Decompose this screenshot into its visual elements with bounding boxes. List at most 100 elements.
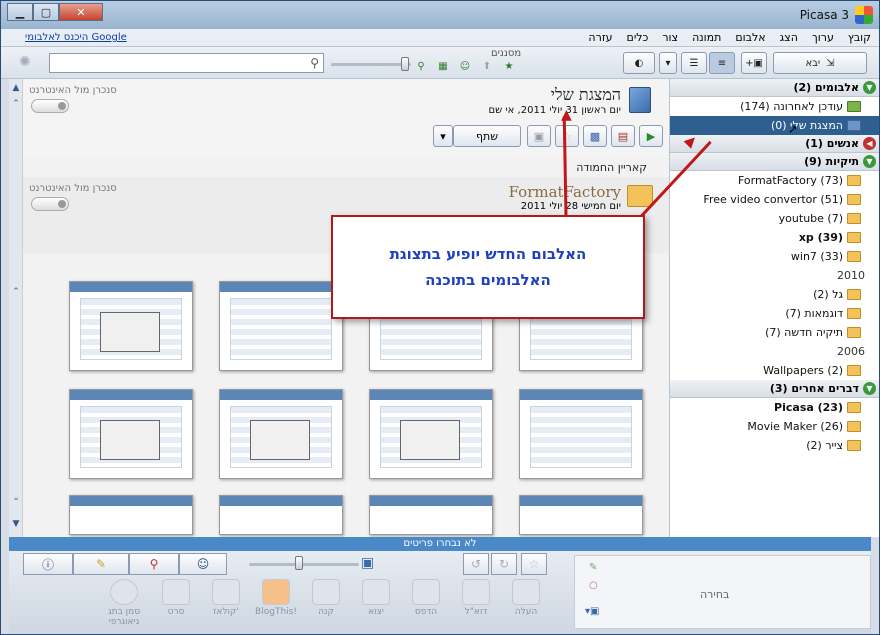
minimize-button[interactable]: ▁ — [7, 3, 33, 21]
thumbnail[interactable] — [69, 389, 193, 479]
scroll-down-icon[interactable]: ▼ — [11, 519, 21, 529]
rotate-right-button[interactable]: ↻ — [491, 553, 517, 575]
expand-icon[interactable]: ◀ — [863, 137, 876, 150]
menu-album[interactable]: אלבום — [735, 31, 765, 44]
thumbnail[interactable] — [219, 495, 343, 535]
collapse-icon[interactable]: ▼ — [863, 382, 876, 395]
folder-item[interactable]: Wallpapers (2) — [670, 361, 879, 380]
zoom-slider[interactable] — [249, 563, 359, 566]
folder-sync-toggle[interactable] — [31, 197, 69, 211]
movie-icon[interactable]: ▤ — [611, 125, 635, 147]
scroll-up-small-icon[interactable]: ⌃ — [11, 99, 21, 109]
thumbnail[interactable] — [519, 389, 643, 479]
collapse-icon[interactable]: ▼ — [863, 81, 876, 94]
thumbnail[interactable] — [519, 495, 643, 535]
search-input[interactable]: ⚲ — [49, 53, 324, 73]
share-dropdown-button[interactable]: ▾ — [433, 125, 453, 147]
movie-filter-icon[interactable]: ▦ — [435, 61, 451, 75]
person-filter-icon[interactable]: ☺ — [457, 61, 473, 75]
print-button[interactable]: הדפס — [401, 579, 451, 617]
folder-icon — [847, 421, 861, 432]
album-title[interactable]: המצגת שלי — [551, 85, 621, 105]
thumbnail[interactable] — [219, 389, 343, 479]
star-icon[interactable]: ☆ — [555, 125, 579, 147]
star-filter-icon[interactable]: ★ — [501, 61, 517, 75]
folder-item[interactable]: youtube (7) — [670, 209, 879, 228]
menu-create[interactable]: צור — [662, 31, 678, 44]
close-button[interactable]: ✕ — [59, 3, 103, 21]
blogthis-button[interactable]: BlogThis! — [251, 579, 301, 617]
movie-button[interactable]: סרט — [151, 579, 201, 617]
scroll-down-small-icon[interactable]: ⌄ — [11, 493, 21, 503]
import-button[interactable]: יבא ⇲ — [773, 52, 867, 74]
album-item-recent[interactable]: עודכן לאחרונה (174) — [670, 97, 879, 116]
thumbnail[interactable] — [219, 281, 343, 371]
share-button[interactable]: שתף — [453, 125, 521, 147]
folder-date: יום חמישי 28 יולי 2011 — [520, 201, 621, 212]
play-slideshow-button[interactable]: ▶ — [639, 125, 663, 147]
albums-section-header[interactable]: ▼ אלבומים (2) — [670, 79, 879, 97]
album-sync-toggle[interactable] — [31, 99, 69, 113]
export-button[interactable]: יצוא — [351, 579, 401, 617]
folder-item[interactable]: תיקיה חדשה (7) — [670, 323, 879, 342]
recent-album-icon — [847, 101, 861, 112]
star-button[interactable]: ☆ — [521, 553, 547, 575]
menu-edit[interactable]: ערוך — [812, 31, 834, 44]
menu-file[interactable]: קובץ — [848, 31, 871, 44]
geotag-tool-button[interactable]: סמן בתג גיאוגרפי — [99, 579, 149, 627]
folder-item[interactable]: FormatFactory (73) — [670, 171, 879, 190]
rotate-left-button[interactable]: ↺ — [463, 553, 489, 575]
clear-icon[interactable]: ○ — [589, 580, 598, 591]
pin-filter-icon[interactable]: ⚲ — [413, 61, 429, 75]
people-view-button[interactable]: ◐ — [623, 52, 655, 74]
scroll-up-icon[interactable]: ▲ — [11, 83, 21, 93]
album-date[interactable]: יום ראשון 31 יולי 2011, אי שם — [489, 105, 621, 116]
collage-button[interactable]: קולאז' — [201, 579, 251, 617]
tree-view-button[interactable]: ☰ — [681, 52, 707, 74]
shop-button[interactable]: קנה — [301, 579, 351, 617]
save-icon[interactable]: ▣ — [527, 125, 551, 147]
email-icon — [462, 579, 490, 605]
pin-icon[interactable]: ✎ — [589, 562, 597, 573]
menu-picture[interactable]: תמונה — [692, 31, 721, 44]
folders-section-header[interactable]: ▼ תיקיות (9) — [670, 153, 879, 171]
folder-item[interactable]: win7 (33) — [670, 247, 879, 266]
album-item-my-slideshow[interactable]: המצגת שלי (0) ➚ — [670, 116, 879, 136]
people-button[interactable]: ☺ — [179, 553, 227, 575]
info-button[interactable]: ⓘ — [23, 553, 73, 575]
list-view-button[interactable]: ≡ — [709, 52, 735, 74]
thumbnail[interactable] — [69, 495, 193, 535]
album-add-icon[interactable]: ▾▣ — [585, 606, 599, 617]
left-scrollbar[interactable]: ▲ ⌃ ⌃ ⌄ ▼ — [9, 79, 23, 537]
folder-item[interactable]: גל (2) — [670, 285, 879, 304]
thumbnail[interactable] — [369, 389, 493, 479]
filter-slider[interactable] — [331, 63, 411, 66]
import-label: יבא — [805, 57, 821, 69]
folder-item[interactable]: Free video convertor (51) — [670, 190, 879, 209]
filter-slider-thumb[interactable] — [401, 57, 409, 71]
menu-view[interactable]: הצג — [780, 31, 798, 44]
collapse-icon[interactable]: ▼ — [863, 155, 876, 168]
upload-filter-icon[interactable]: ⬆ — [479, 61, 495, 75]
new-album-button[interactable]: +▣ — [741, 52, 767, 74]
folder-item[interactable]: דוגמאות (7) — [670, 304, 879, 323]
email-button[interactable]: דוא"ל — [451, 579, 501, 617]
folder-item[interactable]: xp (39) — [670, 228, 879, 247]
folder-item[interactable]: Picasa (23) — [670, 398, 879, 417]
folder-item[interactable]: Movie Maker (26) — [670, 417, 879, 436]
dropdown-button[interactable]: ▾ — [659, 52, 677, 74]
menu-tools[interactable]: כלים — [627, 31, 649, 44]
other-section-header[interactable]: ▼ דברים אחרים (3) — [670, 380, 879, 398]
tag-button[interactable]: ✎ — [73, 553, 129, 575]
signin-link[interactable]: היכנס לאלבומי Google — [25, 32, 127, 43]
menu-help[interactable]: עזרה — [588, 31, 612, 44]
maximize-button[interactable]: ▢ — [33, 3, 59, 21]
thumbnail[interactable] — [369, 495, 493, 535]
thumbnail[interactable] — [69, 281, 193, 371]
zoom-slider-thumb[interactable] — [295, 556, 303, 570]
upload-button[interactable]: העלה — [501, 579, 551, 617]
folder-item[interactable]: צייר (2) — [670, 436, 879, 455]
scroll-up-small-icon-2[interactable]: ⌃ — [11, 287, 21, 297]
collage-icon[interactable]: ▩ — [583, 125, 607, 147]
geotag-button[interactable]: ⚲ — [129, 553, 179, 575]
